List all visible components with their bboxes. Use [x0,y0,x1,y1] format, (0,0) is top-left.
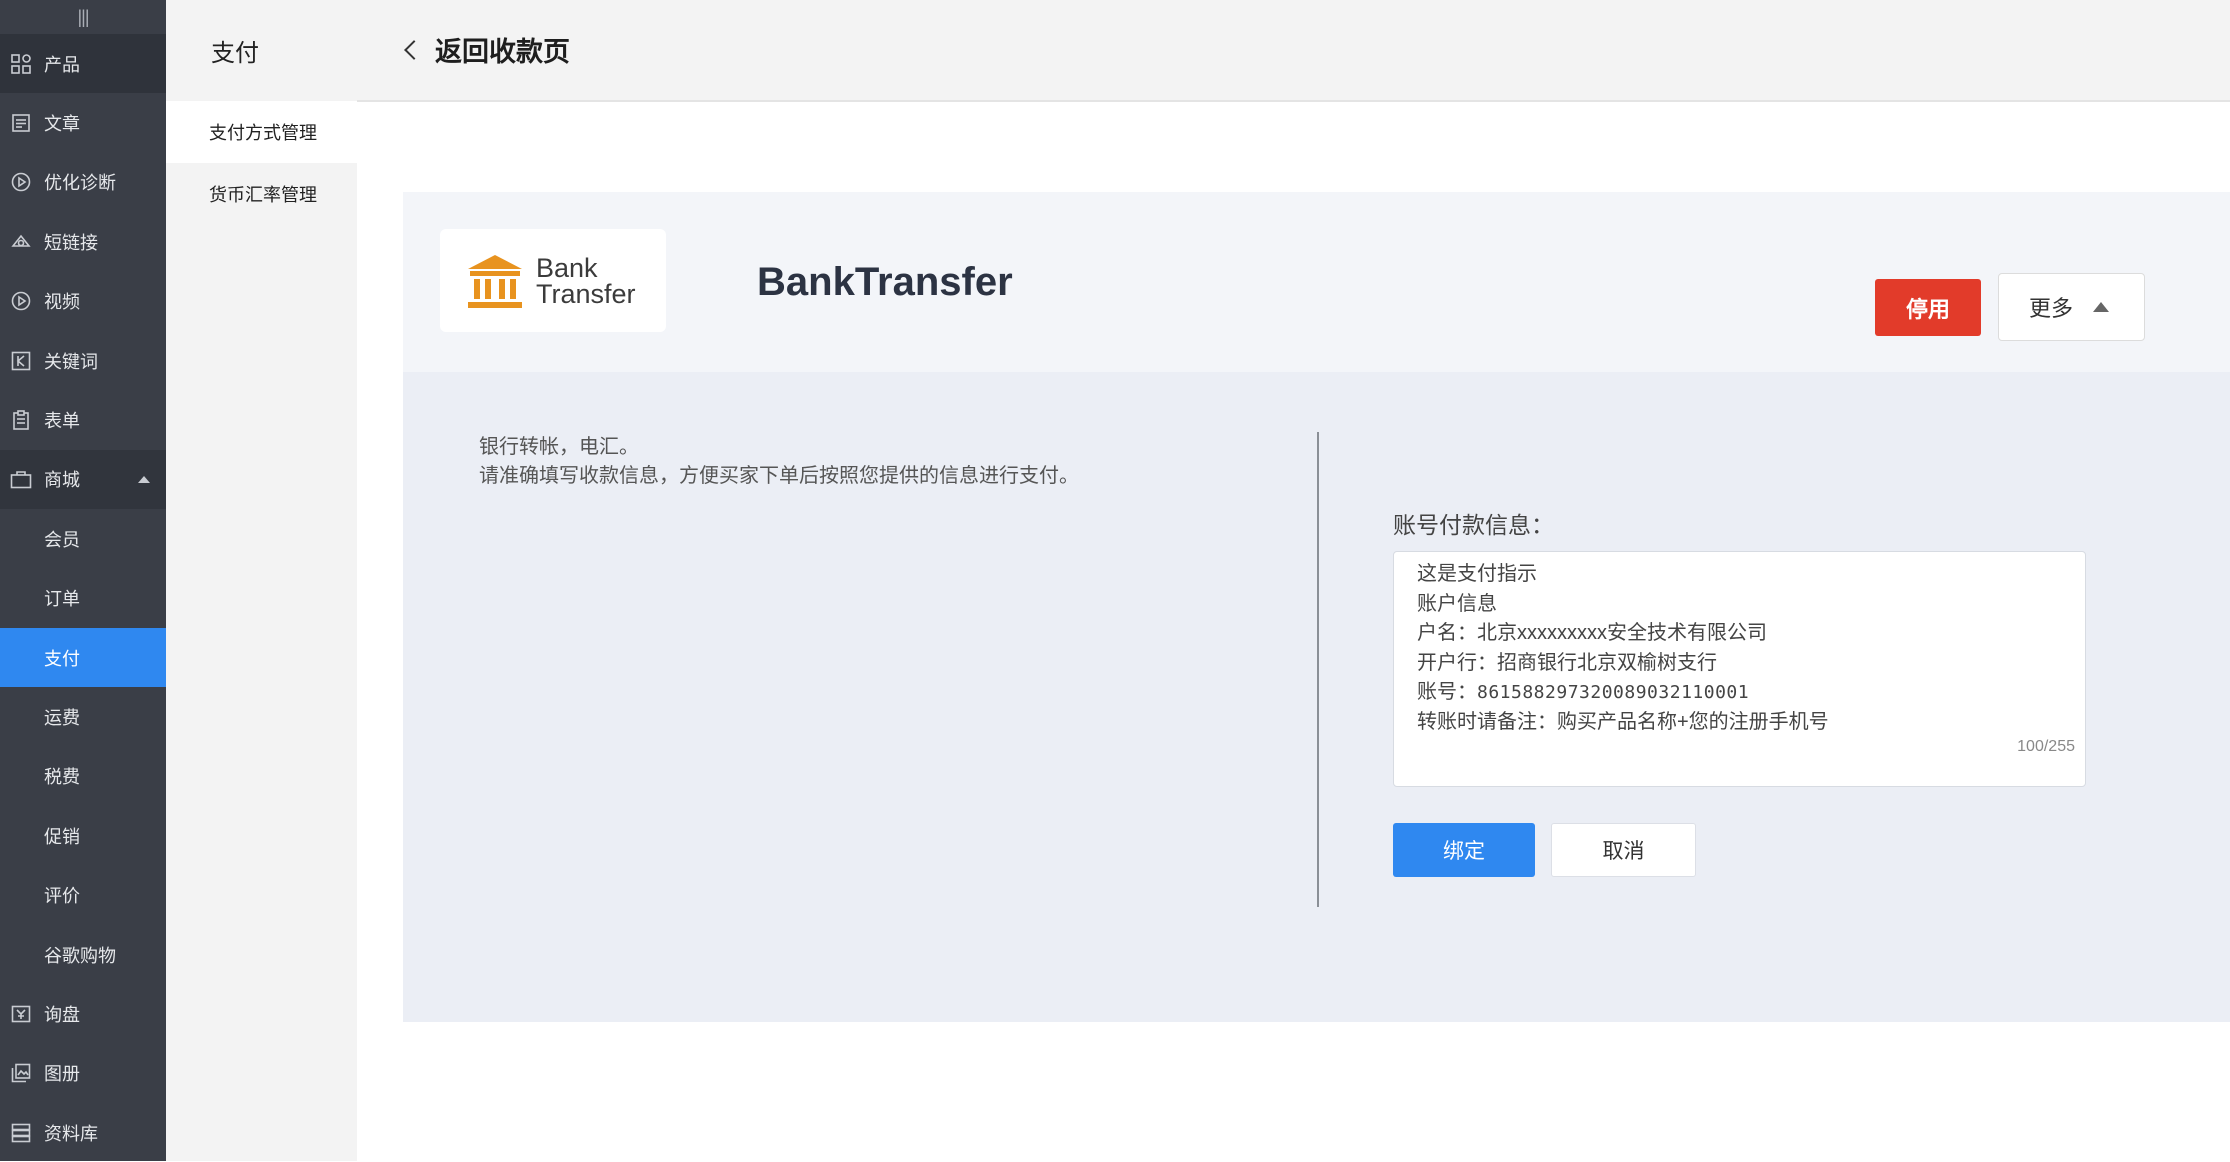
chevron-up-icon [138,475,150,483]
sidebar-item-tax[interactable]: 税费 [0,746,166,807]
sidebar-item-articles[interactable]: 文章 [0,93,166,152]
payment-info-label: 账号付款信息： [1393,512,1554,538]
sidebar-item-library[interactable]: 资料库 [0,1103,166,1162]
textarea-line: 开户行：招商银行北京双榆树支行 [1417,651,1717,674]
sidebar-item-label: 支付 [44,648,80,669]
logo-line-2: Transfer [536,278,636,309]
sidebar-item-label: 订单 [44,589,80,610]
sidebar-item-label: 视频 [44,292,80,313]
bank-transfer-logo: Bank Transfer [440,229,666,332]
disable-button[interactable]: 停用 [1875,279,1981,336]
textarea-line: 账号：861588297320089032110001 [1417,678,2085,708]
sidebar-item-label: 文章 [44,114,80,135]
gateway-config-panel: 银行转帐，电汇。 请准确填写收款信息，方便买家下单后按照您提供的信息进行支付。 … [403,372,2230,1022]
shopping-bag-icon [10,468,32,490]
page-header: 返回收款页 [357,0,2230,102]
description-line: 请准确填写收款信息，方便买家下单后按照您提供的信息进行支付。 [479,465,1079,487]
sidebar-item-seo-diagnosis[interactable]: 优化诊断 [0,153,166,212]
sidebar-item-members[interactable]: 会员 [0,509,166,569]
payment-subnav: 支付 支付方式管理 货币汇率管理 [166,0,357,1161]
sidebar-item-promotions[interactable]: 促销 [0,806,166,866]
sidebar-item-label: 运费 [44,707,80,728]
sidebar-item-keywords[interactable]: 关键词 [0,331,166,390]
keyword-icon [10,350,32,372]
sidebar-item-label: 图册 [44,1064,80,1085]
logo-line-1: Bank [536,252,598,283]
chevron-left-icon [404,39,424,60]
more-dropdown-button[interactable]: 更多 [1998,273,2145,341]
sidebar-item-google-shopping[interactable]: 谷歌购物 [0,924,166,985]
sidebar-item-forms[interactable]: 表单 [0,390,166,449]
database-icon [10,1122,32,1144]
sidebar-item-label: 短链接 [44,232,98,253]
play-circle-icon [10,171,32,193]
textarea-line: 这是支付指示 [1417,563,1537,585]
grid-icon [10,53,32,75]
subnav-item-payment-methods[interactable]: 支付方式管理 [166,101,357,163]
textarea-line: 户名：北京xxxxxxxxx安全技术有限公司 [1417,622,1767,645]
caret-up-icon [2093,302,2110,312]
gateway-description: 银行转帐，电汇。 请准确填写收款信息，方便买家下单后按照您提供的信息进行支付。 [479,433,1079,491]
sidebar-collapse-handle[interactable]: ||| [0,0,166,34]
account-number: 861588297320089032110001 [1477,682,1750,704]
sidebar-item-label: 谷歌购物 [44,945,116,966]
sidebar-item-reviews[interactable]: 评价 [0,865,166,925]
gateway-header: Bank Transfer BankTransfer 停用 更多 [403,192,2230,372]
bank-building-icon [468,254,522,308]
sidebar-item-payment[interactable]: 支付 [0,627,166,688]
clipboard-icon [10,409,32,431]
main-sidebar: ||| 产品 文章 优化诊断 短链接 视频 关键词 表单 商城 会员 订单 支付… [0,0,166,1161]
bind-button[interactable]: 绑定 [1393,823,1535,877]
sidebar-item-label: 税费 [44,767,80,788]
sidebar-item-label: 询盘 [44,1004,80,1025]
sidebar-item-mall[interactable]: 商城 [0,449,166,510]
subnav-title: 支付 [211,40,259,67]
more-label: 更多 [2029,296,2074,321]
sidebar-item-short-links[interactable]: 短链接 [0,212,166,271]
vertical-divider [1317,432,1319,907]
payment-info-textarea[interactable]: 这是支付指示 账户信息 户名：北京xxxxxxxxx安全技术有限公司 开户行：招… [1393,551,2086,787]
subnav-item-currency-rates[interactable]: 货币汇率管理 [166,163,357,225]
sidebar-item-label: 促销 [44,826,80,847]
sidebar-item-gallery[interactable]: 图册 [0,1044,166,1103]
inquiry-icon [10,1003,32,1025]
gallery-icon [10,1062,32,1084]
sidebar-item-label: 表单 [44,411,80,432]
back-label: 返回收款页 [435,37,570,67]
sidebar-item-orders[interactable]: 订单 [0,568,166,628]
logo-text: Bank Transfer [536,252,636,309]
sidebar-item-label: 会员 [44,529,80,550]
char-counter: 100/255 [2017,738,2075,756]
account-number-prefix: 账号： [1417,681,1477,704]
sidebar-item-inquiries[interactable]: 询盘 [0,984,166,1043]
sidebar-item-label: 优化诊断 [44,173,116,194]
link-icon [10,231,32,253]
sidebar-item-label: 产品 [44,54,80,75]
back-to-checkout-link[interactable]: 返回收款页 [403,30,570,69]
textarea-line: 账户信息 [1417,592,1497,615]
cancel-button[interactable]: 取消 [1551,823,1696,877]
sidebar-item-shipping[interactable]: 运费 [0,687,166,747]
sidebar-item-products[interactable]: 产品 [0,34,166,94]
sidebar-item-label: 关键词 [44,351,98,372]
gateway-name: BankTransfer [757,260,1013,304]
textarea-line: 转账时请备注：购买产品名称+您的注册手机号 [1417,710,1829,733]
sidebar-item-label: 评价 [44,886,80,907]
article-icon [10,112,32,134]
video-icon [10,290,32,312]
sidebar-item-label: 商城 [44,470,80,491]
sidebar-item-videos[interactable]: 视频 [0,272,166,331]
sidebar-item-label: 资料库 [44,1123,98,1144]
description-line: 银行转帐，电汇。 [479,436,639,458]
